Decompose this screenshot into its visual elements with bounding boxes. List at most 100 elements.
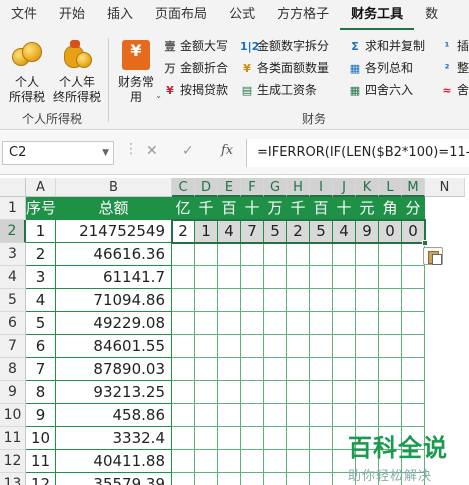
cell-amount[interactable]: 214752549: [56, 220, 172, 243]
column-header-D[interactable]: D: [195, 178, 218, 197]
cell-digit[interactable]: [379, 335, 402, 358]
column-header-H[interactable]: H: [287, 178, 310, 197]
cell-amount[interactable]: 458.86: [56, 404, 172, 427]
cell-digit[interactable]: [356, 312, 379, 335]
row-header-12[interactable]: 12: [0, 450, 26, 473]
ribbon-col2-item-0[interactable]: 1|2金额数字拆分: [240, 36, 329, 56]
cell-digit[interactable]: 0: [379, 220, 402, 243]
column-header-A[interactable]: A: [26, 178, 56, 197]
row-header-7[interactable]: 7: [0, 335, 26, 358]
cell-digit[interactable]: [333, 335, 356, 358]
personal-tax-button[interactable]: 个人 所得税: [4, 38, 50, 105]
cell-digit[interactable]: [218, 473, 241, 485]
cell-header-unit[interactable]: 千: [195, 197, 218, 220]
cell-digit[interactable]: [218, 381, 241, 404]
tab-0[interactable]: 文件: [0, 0, 48, 30]
ribbon-col3-item-2[interactable]: ▦ 四舍六入: [348, 80, 413, 100]
cell-digit[interactable]: [333, 404, 356, 427]
confirm-icon[interactable]: ✓: [182, 143, 194, 159]
cell-digit[interactable]: [379, 243, 402, 266]
cell-amount[interactable]: 35579.39: [56, 473, 172, 485]
cell-digit[interactable]: [195, 335, 218, 358]
insert-function-icon[interactable]: fx: [221, 143, 233, 158]
cell-amount[interactable]: 93213.25: [56, 381, 172, 404]
cell-digit[interactable]: [287, 404, 310, 427]
cell-digit[interactable]: [195, 404, 218, 427]
cell-header-unit[interactable]: 亿: [172, 197, 195, 220]
cell-header-unit[interactable]: 十: [333, 197, 356, 220]
tab-4[interactable]: 公式: [218, 0, 266, 30]
cell-digit[interactable]: [402, 381, 425, 404]
column-header-K[interactable]: K: [356, 178, 379, 197]
cell-digit[interactable]: [264, 243, 287, 266]
column-header-I[interactable]: I: [310, 178, 333, 197]
cell-digit[interactable]: [241, 473, 264, 485]
cell-seq[interactable]: 1: [26, 220, 56, 243]
cell-digit[interactable]: [333, 289, 356, 312]
cell-digit[interactable]: [310, 473, 333, 485]
fill-handle[interactable]: [422, 240, 428, 246]
ribbon-col3-item-1[interactable]: ▦ 各列总和: [348, 58, 413, 78]
cell-digit[interactable]: [287, 450, 310, 473]
cell-header-unit[interactable]: 百: [310, 197, 333, 220]
cell-digit[interactable]: [241, 450, 264, 473]
cell-amount[interactable]: 71094.86: [56, 289, 172, 312]
cell-digit[interactable]: [356, 289, 379, 312]
column-header-L[interactable]: L: [379, 178, 402, 197]
row-header-8[interactable]: 8: [0, 358, 26, 381]
cell-digit[interactable]: [241, 289, 264, 312]
cell-digit[interactable]: [218, 312, 241, 335]
cell-digit[interactable]: [264, 450, 287, 473]
cell-amount[interactable]: 87890.03: [56, 358, 172, 381]
cell-digit[interactable]: [333, 312, 356, 335]
cell-digit[interactable]: [264, 358, 287, 381]
cell-digit[interactable]: [310, 289, 333, 312]
cell-digit[interactable]: [172, 289, 195, 312]
cell-digit[interactable]: [356, 335, 379, 358]
cell-digit[interactable]: [218, 358, 241, 381]
cell-amount[interactable]: 84601.55: [56, 335, 172, 358]
tab-1[interactable]: 开始: [48, 0, 96, 30]
cell-digit[interactable]: [310, 266, 333, 289]
cell-header-amount[interactable]: 总额: [56, 197, 172, 220]
cell-header-unit[interactable]: 十: [241, 197, 264, 220]
cell-digit[interactable]: [264, 473, 287, 485]
cell-digit[interactable]: [172, 427, 195, 450]
cell-digit[interactable]: [241, 404, 264, 427]
cell-digit[interactable]: [287, 427, 310, 450]
cell-digit[interactable]: [195, 473, 218, 485]
cell-digit[interactable]: [264, 289, 287, 312]
cell-seq[interactable]: 4: [26, 289, 56, 312]
cell-digit[interactable]: [356, 381, 379, 404]
column-header-C[interactable]: C: [172, 178, 195, 197]
cell-seq[interactable]: 2: [26, 243, 56, 266]
name-box[interactable]: C2 ▼: [2, 141, 114, 165]
year-end-tax-button[interactable]: 个人年 终所得税: [52, 38, 102, 105]
cell-digit[interactable]: [241, 358, 264, 381]
cell-digit[interactable]: [218, 243, 241, 266]
cell-digit[interactable]: 4: [333, 220, 356, 243]
cell-digit[interactable]: [287, 266, 310, 289]
tab-7[interactable]: 数: [414, 0, 449, 30]
cell-digit[interactable]: [402, 312, 425, 335]
ribbon-col3-item-0[interactable]: Σ 求和并复制: [348, 36, 425, 56]
cell-digit[interactable]: [379, 312, 402, 335]
column-header-M[interactable]: M: [402, 178, 425, 197]
cell-seq[interactable]: 11: [26, 450, 56, 473]
cell-digit[interactable]: [379, 404, 402, 427]
cell-digit[interactable]: [195, 450, 218, 473]
cell-digit[interactable]: [333, 381, 356, 404]
cell-digit[interactable]: [310, 243, 333, 266]
row-header-9[interactable]: 9: [0, 381, 26, 404]
cell-seq[interactable]: 5: [26, 312, 56, 335]
cell-digit[interactable]: [172, 335, 195, 358]
ribbon-col2-item-1[interactable]: ¥ 各类面额数量: [240, 58, 329, 78]
ribbon-col1-item-2[interactable]: ¥ 按揭贷款: [163, 80, 228, 100]
cell-digit[interactable]: [287, 381, 310, 404]
cell-digit[interactable]: [218, 404, 241, 427]
column-header-N[interactable]: N: [425, 178, 465, 197]
cancel-icon[interactable]: ✕: [146, 143, 158, 159]
row-header-13[interactable]: 13: [0, 473, 26, 485]
cell-header-unit[interactable]: 元: [356, 197, 379, 220]
cell-digit[interactable]: 5: [310, 220, 333, 243]
